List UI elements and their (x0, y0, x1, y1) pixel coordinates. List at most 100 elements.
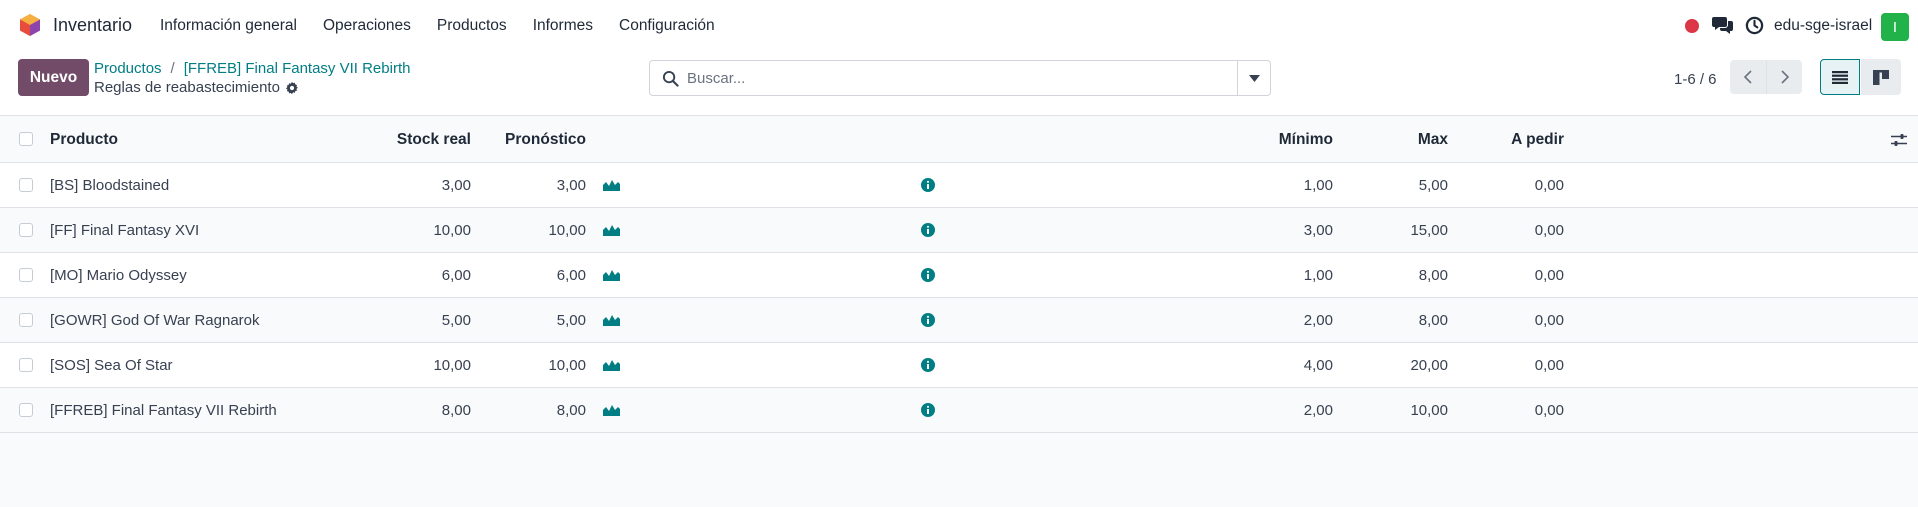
min-cell[interactable]: 2,00 (1304, 388, 1333, 432)
pager-value[interactable]: 1-6 / 6 (1674, 71, 1717, 88)
to-order-cell[interactable]: 0,00 (1535, 388, 1564, 432)
breadcrumb: Productos / [FFREB] Final Fantasy VII Rebi… (94, 60, 410, 77)
min-cell[interactable]: 3,00 (1304, 208, 1333, 252)
forecast-chart-icon[interactable] (603, 208, 620, 252)
messages-icon[interactable] (1712, 16, 1734, 34)
to-order-cell[interactable]: 0,00 (1535, 208, 1564, 252)
column-header-to-order[interactable]: A pedir (1511, 117, 1564, 162)
to-order-cell[interactable]: 0,00 (1535, 343, 1564, 387)
main-menu: Información general Operaciones Producto… (160, 17, 741, 35)
replenishment-table: Producto Stock real Pronóstico Mínimo Ma… (0, 117, 1918, 433)
max-cell[interactable]: 8,00 (1419, 253, 1448, 297)
forecast-chart-icon[interactable] (603, 388, 620, 432)
stock-cell: 8,00 (441, 401, 471, 419)
min-cell[interactable]: 1,00 (1304, 253, 1333, 297)
column-header-forecast[interactable]: Pronóstico (505, 117, 586, 162)
max-cell[interactable]: 8,00 (1419, 298, 1448, 342)
info-icon[interactable] (921, 253, 935, 297)
product-cell[interactable]: [SOS] Sea Of Star (50, 343, 173, 387)
sliders-icon (1891, 133, 1907, 146)
pager-next-button[interactable] (1766, 60, 1802, 94)
record-dot-icon[interactable] (1685, 19, 1699, 33)
row-checkbox[interactable] (19, 313, 33, 327)
forecast-cell: 10,00 (548, 221, 586, 239)
info-icon[interactable] (921, 208, 935, 252)
select-all-checkbox[interactable] (19, 132, 33, 146)
breadcrumb-separator: / (170, 60, 175, 77)
kanban-icon (1873, 69, 1889, 85)
top-navbar: Inventario Información general Operacion… (0, 0, 1918, 51)
column-header-stock[interactable]: Stock real (397, 117, 471, 162)
product-cell[interactable]: [FFREB] Final Fantasy VII Rebirth (50, 388, 277, 432)
search-input[interactable] (687, 63, 1227, 93)
search-options-toggle[interactable] (1237, 61, 1270, 95)
stock-cell: 5,00 (441, 311, 471, 329)
pager-previous-button[interactable] (1730, 60, 1766, 94)
search-icon (662, 70, 679, 87)
forecast-cell: 10,00 (548, 356, 586, 374)
chevron-right-icon (1780, 70, 1789, 84)
product-cell[interactable]: [MO] Mario Odyssey (50, 253, 187, 297)
user-avatar[interactable]: I (1881, 13, 1909, 41)
column-header-max[interactable]: Max (1418, 117, 1448, 162)
info-icon[interactable] (921, 298, 935, 342)
stock-cell: 6,00 (441, 266, 471, 284)
optional-columns-toggle[interactable] (1891, 117, 1907, 162)
to-order-cell[interactable]: 0,00 (1535, 163, 1564, 207)
menu-item-configuration[interactable]: Configuración (619, 17, 715, 35)
activity-clock-icon[interactable] (1745, 16, 1764, 35)
caret-down-icon (1248, 74, 1260, 82)
product-cell[interactable]: [GOWR] God Of War Ragnarok (50, 298, 260, 342)
column-header-product[interactable]: Producto (50, 117, 118, 162)
new-button[interactable]: Nuevo (18, 59, 89, 96)
forecast-chart-icon[interactable] (603, 253, 620, 297)
row-checkbox[interactable] (19, 268, 33, 282)
forecast-chart-icon[interactable] (603, 343, 620, 387)
info-icon[interactable] (921, 343, 935, 387)
control-panel: Nuevo Productos / [FFREB] Final Fantasy VI… (0, 51, 1918, 116)
to-order-cell[interactable]: 0,00 (1535, 298, 1564, 342)
gear-icon[interactable] (285, 81, 299, 95)
breadcrumb-product[interactable]: [FFREB] Final Fantasy VII Rebirth (184, 60, 411, 77)
table-row[interactable]: [FFREB] Final Fantasy VII Rebirth 8,00 8,0… (0, 388, 1918, 433)
row-checkbox[interactable] (19, 178, 33, 192)
product-cell[interactable]: [FF] Final Fantasy XVI (50, 208, 199, 252)
app-name[interactable]: Inventario (53, 15, 132, 36)
min-cell[interactable]: 4,00 (1304, 343, 1333, 387)
forecast-cell: 6,00 (556, 266, 586, 284)
list-view-button[interactable] (1820, 59, 1860, 95)
database-name[interactable]: edu-sge-israel (1774, 17, 1872, 35)
product-cell[interactable]: [BS] Bloodstained (50, 163, 169, 207)
table-header: Producto Stock real Pronóstico Mínimo Ma… (0, 117, 1918, 163)
to-order-cell[interactable]: 0,00 (1535, 253, 1564, 297)
row-checkbox[interactable] (19, 358, 33, 372)
breadcrumb-products[interactable]: Productos (94, 60, 162, 77)
table-row[interactable]: [GOWR] God Of War Ragnarok 5,00 5,00 2,00 8,… (0, 298, 1918, 343)
table-row[interactable]: [MO] Mario Odyssey 6,00 6,00 1,00 8,00 0,00 (0, 253, 1918, 298)
row-checkbox[interactable] (19, 223, 33, 237)
menu-item-overview[interactable]: Información general (160, 17, 297, 35)
max-cell[interactable]: 5,00 (1419, 163, 1448, 207)
forecast-chart-icon[interactable] (603, 298, 620, 342)
table-row[interactable]: [FF] Final Fantasy XVI 10,00 10,00 3,00 15,0… (0, 208, 1918, 253)
info-icon[interactable] (921, 388, 935, 432)
menu-item-reports[interactable]: Informes (533, 17, 593, 35)
column-header-min[interactable]: Mínimo (1279, 117, 1333, 162)
forecast-cell: 5,00 (556, 311, 586, 329)
table-row[interactable]: [SOS] Sea Of Star 10,00 10,00 4,00 20,00 0,00 (0, 343, 1918, 388)
chevron-left-icon (1744, 70, 1752, 84)
info-icon[interactable] (921, 163, 935, 207)
kanban-view-button[interactable] (1861, 59, 1901, 95)
forecast-chart-icon[interactable] (603, 163, 620, 207)
row-checkbox[interactable] (19, 403, 33, 417)
table-row[interactable]: [BS] Bloodstained 3,00 3,00 1,00 5,00 0,00 (0, 163, 1918, 208)
max-cell[interactable]: 20,00 (1410, 343, 1448, 387)
min-cell[interactable]: 2,00 (1304, 298, 1333, 342)
menu-item-products[interactable]: Productos (437, 17, 507, 35)
forecast-cell: 8,00 (556, 401, 586, 419)
max-cell[interactable]: 15,00 (1410, 208, 1448, 252)
min-cell[interactable]: 1,00 (1304, 163, 1333, 207)
menu-item-operations[interactable]: Operaciones (323, 17, 411, 35)
max-cell[interactable]: 10,00 (1410, 388, 1448, 432)
inventory-app-icon[interactable] (18, 13, 42, 37)
